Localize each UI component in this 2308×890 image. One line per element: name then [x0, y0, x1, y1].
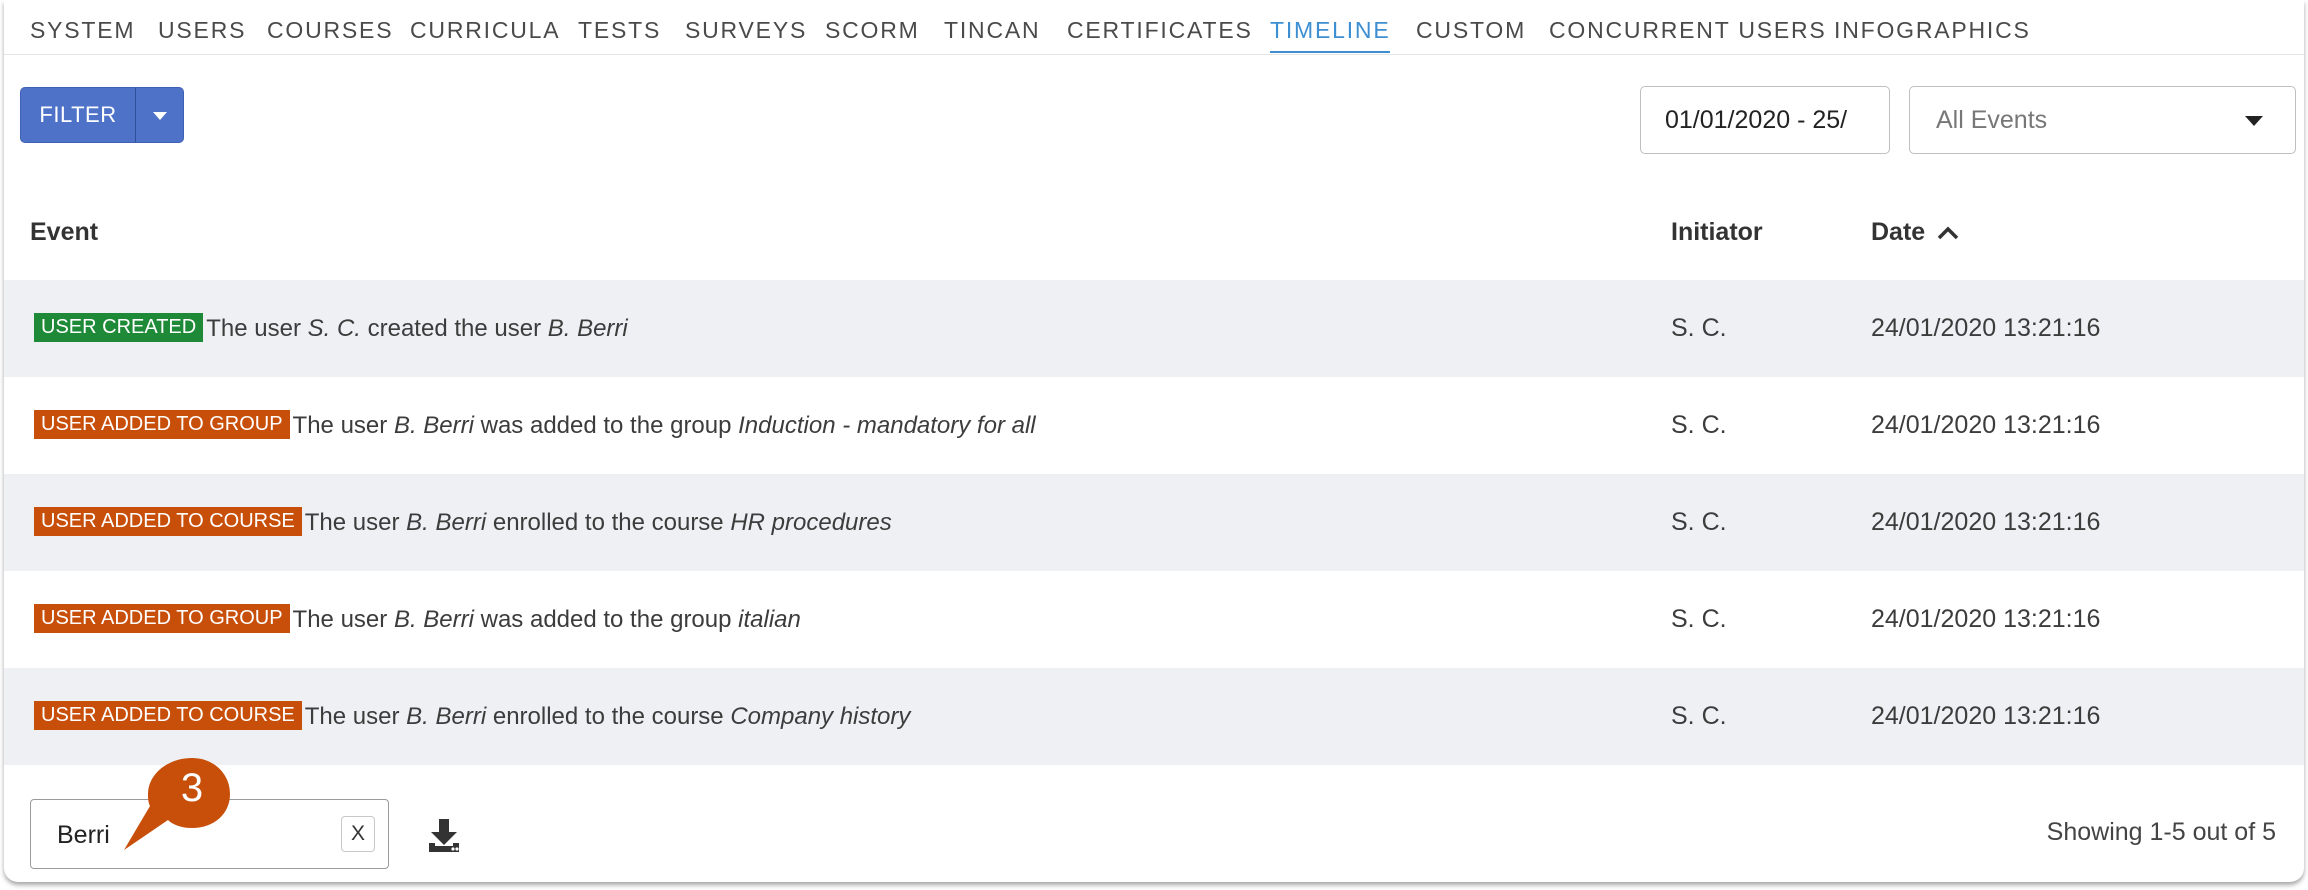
timeline-report-panel: SYSTEM USERS COURSES CURRICULA TESTS SUR…	[4, 0, 2304, 882]
date-cell: 24/01/2020 13:21:16	[1871, 314, 2101, 342]
tab-tests[interactable]: TESTS	[578, 17, 661, 51]
event-text: created the user	[360, 315, 548, 342]
date-cell: 24/01/2020 13:21:16	[1871, 702, 2101, 730]
step-callout-number: 3	[180, 766, 204, 810]
date-cell: 24/01/2020 13:21:16	[1871, 605, 2101, 633]
event-cell: USER ADDED TO GROUP The user B. Berri was…	[34, 571, 801, 668]
date-range-input[interactable]	[1640, 86, 1890, 154]
download-icon[interactable]	[426, 816, 462, 856]
event-type-selected: All Events	[1936, 106, 2048, 134]
event-text: enrolled to the course	[486, 703, 731, 730]
tab-concurrent-users[interactable]: CONCURRENT USERS	[1549, 17, 1827, 51]
event-entity: B. Berri	[393, 606, 474, 633]
event-text: The user	[304, 509, 407, 536]
caret-down-icon	[153, 112, 167, 120]
event-text: The user	[292, 412, 394, 439]
event-cell: USER ADDED TO COURSE The user B. Berri en…	[34, 668, 910, 765]
table-row: USER ADDED TO GROUP The user B. Berri was…	[4, 571, 2304, 668]
table-header: Event Initiator Date	[4, 185, 2304, 280]
event-text: was added to the group	[473, 412, 739, 439]
table-row: USER ADDED TO COURSE The user B. Berri en…	[4, 474, 2304, 571]
clear-search-button[interactable]: X	[341, 816, 375, 852]
date-cell: 24/01/2020 13:21:16	[1871, 508, 2101, 536]
column-header-initiator[interactable]: Initiator	[1671, 185, 1763, 280]
event-cell: USER ADDED TO GROUP The user B. Berri was…	[34, 377, 1036, 474]
event-entity: B. Berri	[547, 315, 628, 342]
event-entity: HR procedures	[730, 509, 892, 536]
column-header-event[interactable]: Event	[30, 185, 98, 280]
event-text: was added to the group	[473, 606, 739, 633]
event-type-badge: USER ADDED TO GROUP	[34, 604, 290, 634]
initiator-cell: S. C.	[1671, 605, 1727, 633]
chevron-up-icon	[1937, 226, 1959, 240]
event-text: The user	[206, 315, 308, 342]
event-type-badge: USER CREATED	[34, 313, 204, 343]
event-entity: Company history	[730, 703, 911, 730]
tab-scorm[interactable]: SCORM	[825, 17, 920, 51]
event-type-select[interactable]: All Events	[1909, 86, 2296, 154]
initiator-cell: S. C.	[1671, 411, 1727, 439]
tab-tincan[interactable]: TINCAN	[944, 17, 1040, 51]
event-type-badge: USER ADDED TO COURSE	[34, 507, 302, 537]
event-entity: B. Berri	[406, 703, 487, 730]
tab-system[interactable]: SYSTEM	[30, 17, 135, 51]
tab-curricula[interactable]: CURRICULA	[410, 17, 560, 51]
tab-users[interactable]: USERS	[158, 17, 246, 51]
event-type-badge: USER ADDED TO COURSE	[34, 701, 302, 731]
table-row: USER ADDED TO COURSE The user B. Berri en…	[4, 668, 2304, 765]
tab-courses[interactable]: COURSES	[267, 17, 393, 51]
event-entity: italian	[738, 606, 801, 633]
tab-surveys[interactable]: SURVEYS	[685, 17, 807, 51]
initiator-cell: S. C.	[1671, 702, 1727, 730]
caret-down-icon	[2245, 116, 2263, 126]
event-entity: B. Berri	[406, 509, 487, 536]
filter-dropdown-toggle[interactable]	[136, 88, 184, 142]
initiator-cell: S. C.	[1671, 508, 1727, 536]
event-text: The user	[292, 606, 394, 633]
table-row: USER CREATED The user S. C. created the u…	[4, 280, 2304, 377]
initiator-cell: S. C.	[1671, 314, 1727, 342]
filter-button[interactable]: FILTER	[21, 88, 135, 142]
column-header-date[interactable]: Date	[1871, 185, 1959, 280]
tab-certificates[interactable]: CERTIFICATES	[1067, 17, 1253, 51]
event-type-badge: USER ADDED TO GROUP	[34, 410, 290, 440]
tab-custom[interactable]: CUSTOM	[1416, 17, 1526, 51]
tab-infographics[interactable]: INFOGRAPHICS	[1834, 17, 2031, 51]
event-cell: USER ADDED TO COURSE The user B. Berri en…	[34, 474, 892, 571]
event-text: The user	[304, 703, 407, 730]
event-entity: B. Berri	[393, 412, 474, 439]
table-row: USER ADDED TO GROUP The user B. Berri was…	[4, 377, 2304, 474]
date-cell: 24/01/2020 13:21:16	[1871, 411, 2101, 439]
filter-button-group: FILTER	[20, 87, 184, 143]
event-entity: S. C.	[307, 315, 361, 342]
event-entity: Induction - mandatory for all	[738, 412, 1036, 439]
event-text: enrolled to the course	[486, 509, 731, 536]
column-header-date-label: Date	[1871, 218, 1926, 246]
event-cell: USER CREATED The user S. C. created the u…	[34, 280, 628, 377]
pagination-summary: Showing 1-5 out of 5	[2046, 818, 2276, 846]
tab-timeline[interactable]: TIMELINE	[1270, 17, 1391, 53]
report-tabs: SYSTEM USERS COURSES CURRICULA TESTS SUR…	[4, 0, 2304, 55]
